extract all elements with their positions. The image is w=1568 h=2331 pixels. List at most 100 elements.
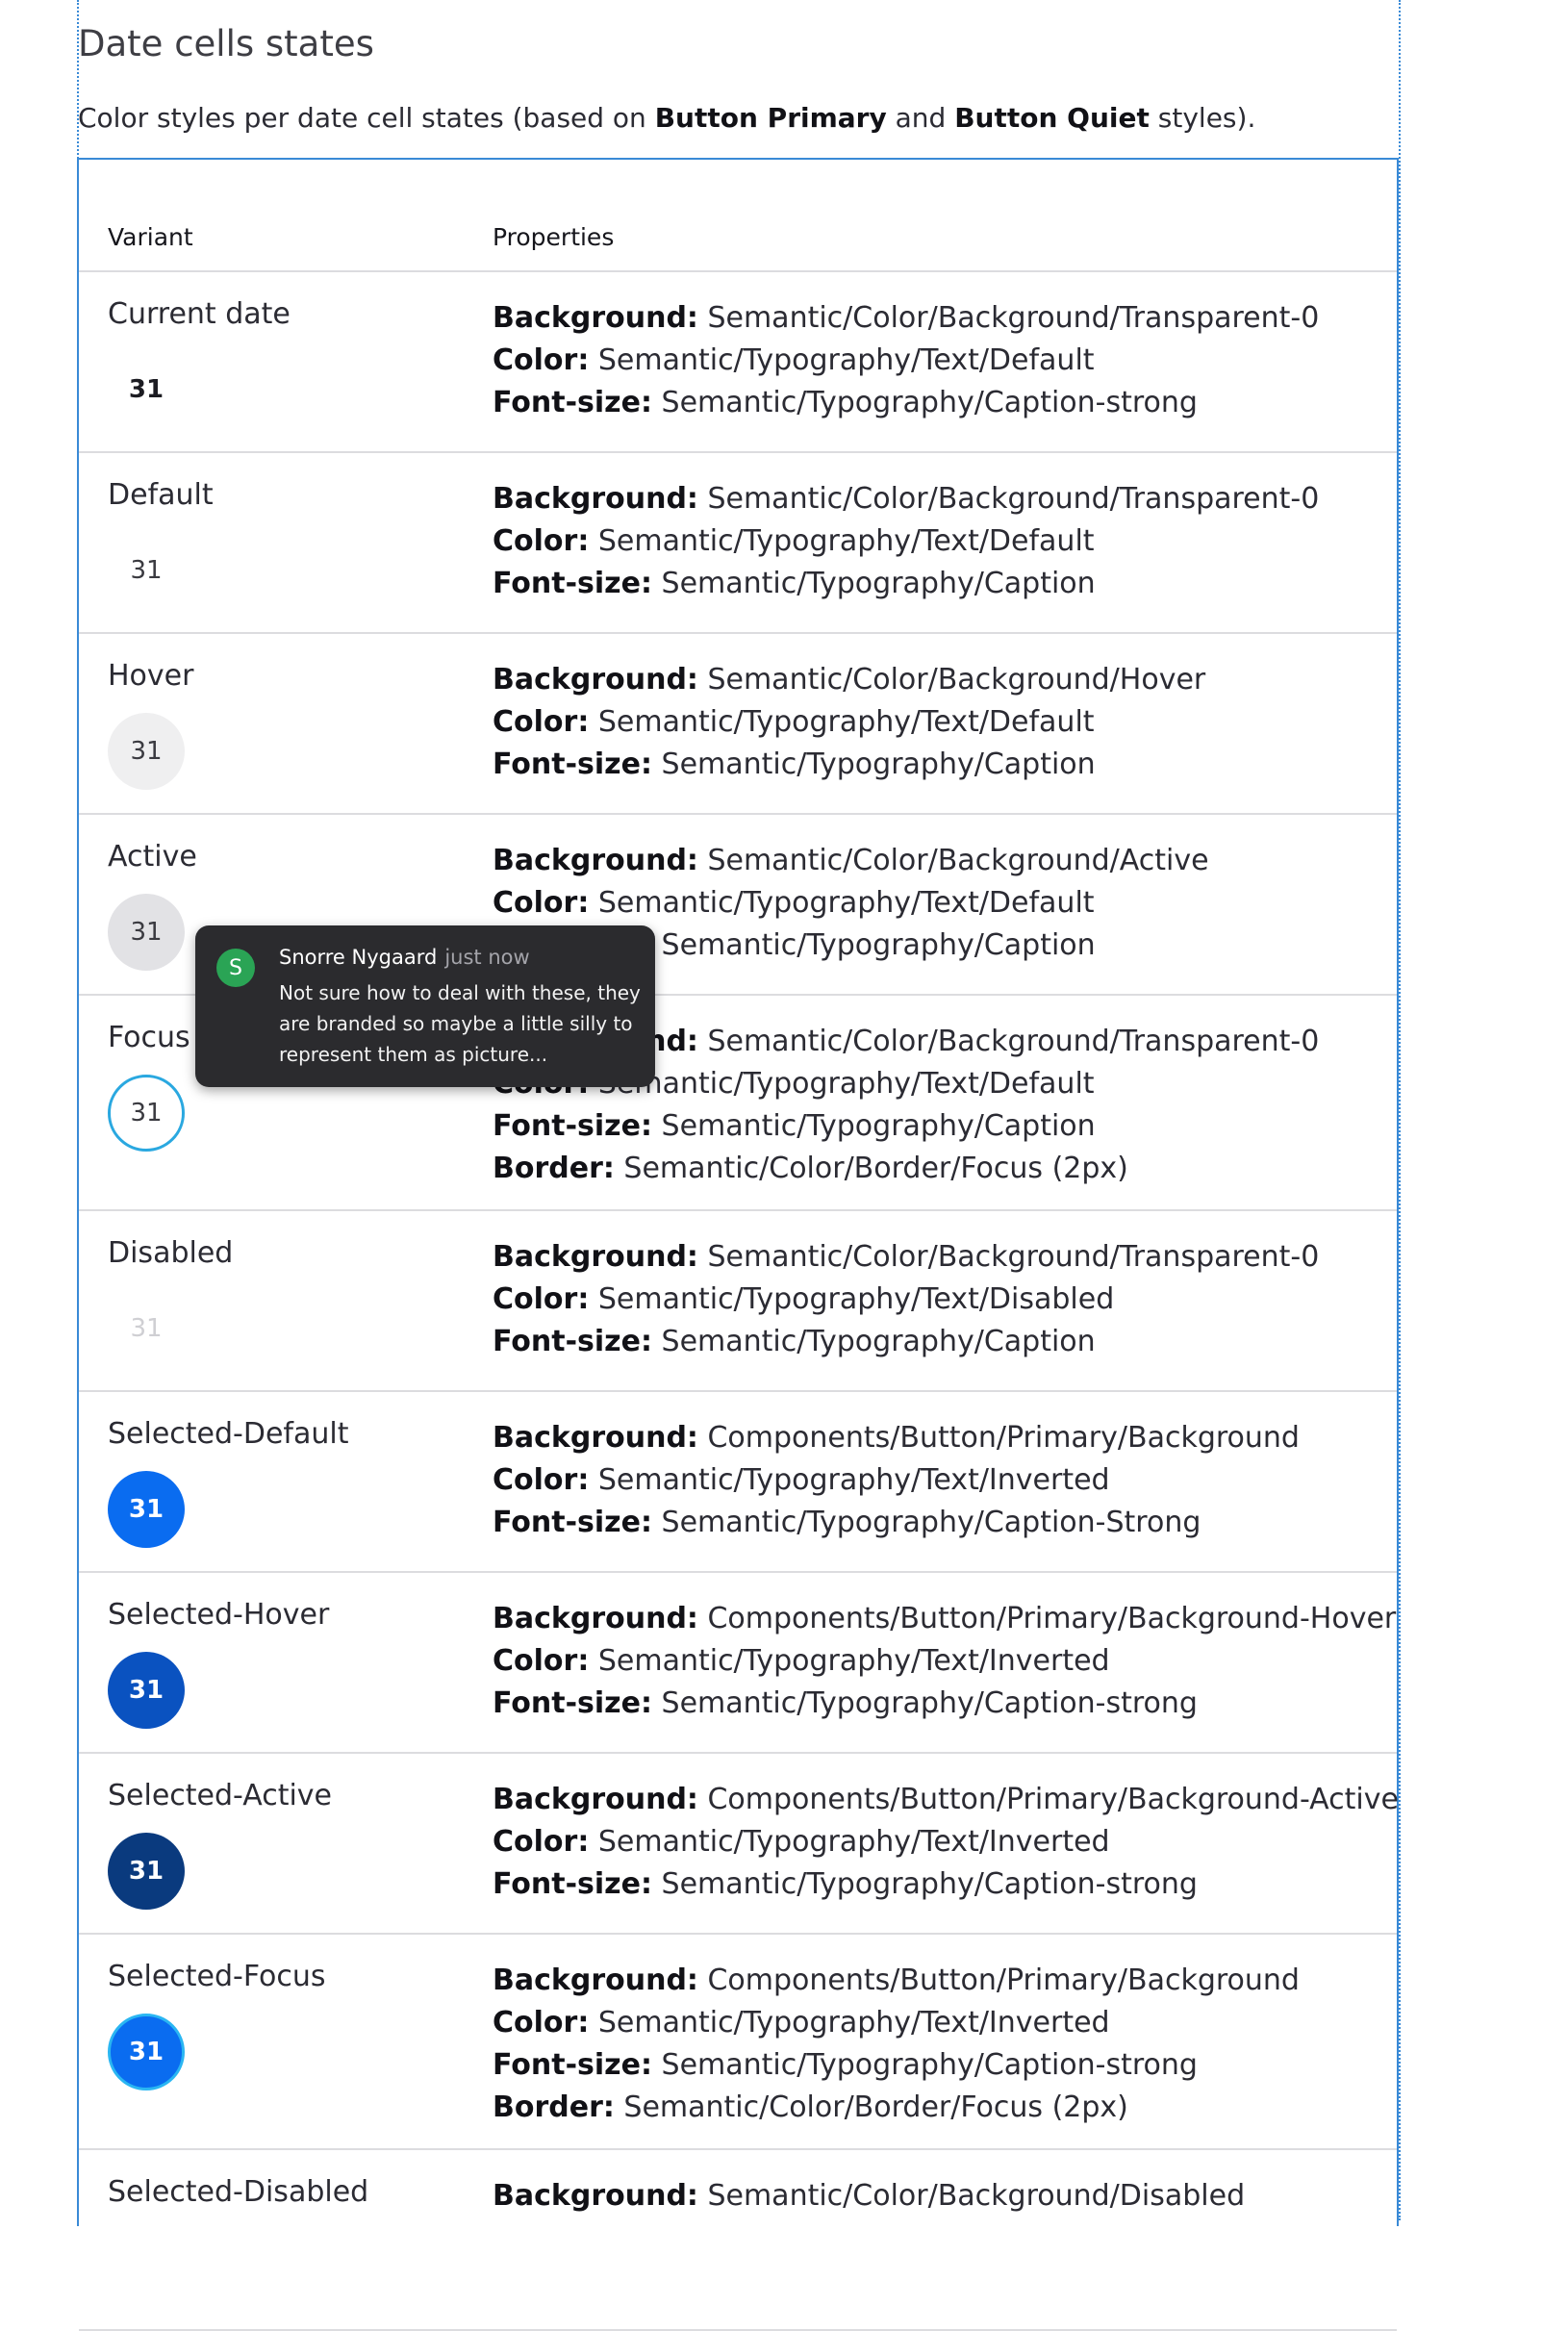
comment-timestamp: just now	[444, 946, 530, 969]
property-line: Color: Semantic/Typography/Text/Inverted	[493, 1459, 1300, 1502]
property-key: Font-size:	[493, 1109, 652, 1143]
property-key: Background:	[493, 2179, 698, 2213]
variant-name: Selected-Default	[108, 1417, 349, 1451]
intro-text: Color styles per date cell states (based…	[78, 102, 655, 134]
property-line: Background: Components/Button/Primary/Ba…	[493, 1417, 1300, 1459]
property-key: Background:	[493, 301, 698, 335]
intro-text: and	[886, 102, 955, 134]
variant-name: Focus	[108, 1021, 190, 1054]
table-row: Selected-Disabled Background: Semantic/Co…	[79, 2150, 1397, 2331]
variant-name: Disabled	[108, 1236, 234, 1270]
property-key: Background:	[493, 844, 698, 877]
property-value: Semantic/Typography/Caption-strong	[651, 386, 1198, 419]
property-key: Background:	[493, 1964, 698, 1997]
property-line: Font-size: Semantic/Typography/Caption-s…	[493, 382, 1319, 424]
date-cell-sample: 31	[108, 1075, 185, 1152]
property-list: Background: Semantic/Color/Background/Tr…	[493, 478, 1319, 605]
property-line: Background: Semantic/Color/Background/Di…	[493, 2175, 1245, 2217]
property-key: Background:	[493, 482, 698, 516]
property-key: Background:	[493, 663, 698, 697]
table-row: Selected-Focus 31 Background: Components/B…	[79, 1935, 1397, 2150]
property-line: Color: Semantic/Typography/Text/Default	[493, 882, 1209, 925]
property-list: Background: Components/Button/Primary/Ba…	[493, 1779, 1399, 1906]
property-value: Semantic/Typography/Caption	[651, 567, 1096, 600]
property-key: Color:	[493, 343, 590, 377]
avatar[interactable]: S	[216, 949, 255, 987]
property-list: Background: Semantic/Color/Background/Tr…	[493, 1236, 1319, 1363]
property-key: Border:	[493, 2090, 615, 2124]
property-key: Font-size:	[493, 1506, 652, 1539]
property-key: Color:	[493, 1282, 590, 1316]
comment-header: Snorre Nygaard just now	[279, 946, 530, 969]
property-line: Font-size: Semantic/Typography/Caption-S…	[493, 1502, 1300, 1544]
property-value: Components/Button/Primary/Background-Act…	[697, 1783, 1399, 1816]
table-row: Disabled 31 Background: Semantic/Color/Bac…	[79, 1211, 1397, 1392]
variant-name: Selected-Active	[108, 1779, 333, 1812]
date-cell-sample: 31	[130, 556, 163, 585]
property-line: Background: Components/Button/Primary/Ba…	[493, 1960, 1300, 2002]
property-key: Font-size:	[493, 2048, 652, 2082]
property-value: Semantic/Typography/Text/Inverted	[589, 1644, 1110, 1678]
property-line: Color: Semantic/Typography/Text/Inverted	[493, 1640, 1396, 1683]
property-key: Color:	[493, 1825, 590, 1859]
property-value: Semantic/Color/Background/Hover	[697, 663, 1206, 697]
property-value: Semantic/Typography/Text/Default	[589, 886, 1095, 920]
property-line: Font-size: Semantic/Typography/Caption	[493, 744, 1205, 786]
property-value: Semantic/Typography/Text/Default	[589, 524, 1095, 558]
column-header-properties: Properties	[493, 223, 615, 251]
variant-name: Selected-Hover	[108, 1598, 330, 1632]
section-title: Date cells states	[78, 23, 374, 64]
property-key: Font-size:	[493, 386, 652, 419]
property-value: Semantic/Typography/Caption	[651, 747, 1096, 781]
variant-name: Current date	[108, 297, 291, 331]
property-value: Semantic/Color/Background/Active	[697, 844, 1209, 877]
property-value: Semantic/Typography/Text/Inverted	[589, 1463, 1110, 1497]
property-line: Color: Semantic/Typography/Text/Default	[493, 520, 1319, 563]
property-value: Semantic/Typography/Text/Default	[589, 343, 1095, 377]
property-value: Semantic/Color/Background/Transparent-0	[697, 482, 1320, 516]
property-value: Semantic/Typography/Text/Inverted	[589, 1825, 1110, 1859]
property-line: Border: Semantic/Color/Border/Focus (2px…	[493, 2087, 1300, 2129]
property-value: Semantic/Typography/Text/Default	[589, 705, 1095, 739]
table-body: Current date 31 Background: Semantic/Color…	[79, 272, 1399, 2331]
variant-name: Default	[108, 478, 214, 512]
property-line: Color: Semantic/Typography/Text/Inverted	[493, 2002, 1300, 2044]
variant-name: Selected-Focus	[108, 1960, 326, 1993]
date-cell-sample: 31	[108, 2014, 185, 2090]
intro-text: styles).	[1149, 102, 1256, 134]
property-line: Font-size: Semantic/Typography/Caption-s…	[493, 1863, 1399, 1906]
frame-guide-right	[1399, 0, 1401, 2220]
property-value: Components/Button/Primary/Background	[697, 1421, 1300, 1455]
variant-name: Hover	[108, 659, 194, 693]
comment-author[interactable]: Snorre Nygaard	[279, 946, 437, 969]
property-value: Semantic/Typography/Text/Disabled	[589, 1282, 1115, 1316]
table-row: Current date 31 Background: Semantic/Color…	[79, 272, 1397, 453]
property-line: Background: Semantic/Color/Background/Ho…	[493, 659, 1205, 701]
date-cell-sample: 31	[108, 1652, 185, 1729]
property-list: Background: Components/Button/Primary/Ba…	[493, 1598, 1396, 1725]
property-value: Semantic/Typography/Caption	[651, 1109, 1096, 1143]
property-value: Semantic/Typography/Caption-strong	[651, 1867, 1198, 1901]
property-key: Background:	[493, 1240, 698, 1274]
property-line: Background: Semantic/Color/Background/Tr…	[493, 1236, 1319, 1279]
variant-name: Selected-Disabled	[108, 2175, 369, 2209]
table-row: Selected-Default 31 Background: Components…	[79, 1392, 1397, 1573]
property-value: Semantic/Typography/Caption	[651, 928, 1096, 962]
date-cell-sample: 31	[108, 1833, 185, 1910]
property-value: Semantic/Typography/Text/Default	[589, 1067, 1095, 1101]
comment-text: Not sure how to deal with these, they ar…	[279, 981, 641, 1066]
date-cell-sample: 31	[108, 894, 185, 971]
property-line: Color: Semantic/Typography/Text/Inverted	[493, 1821, 1399, 1863]
property-key: Font-size:	[493, 567, 652, 600]
property-line: Background: Components/Button/Primary/Ba…	[493, 1598, 1396, 1640]
property-line: Font-size: Semantic/Typography/Caption	[493, 1105, 1319, 1148]
table-row: Selected-Hover 31 Background: Components/B…	[79, 1573, 1397, 1754]
property-key: Background:	[493, 1421, 698, 1455]
property-value: Semantic/Typography/Text/Inverted	[589, 2006, 1110, 2040]
property-list: Background: Components/Button/Primary/Ba…	[493, 1960, 1300, 2129]
property-line: Background: Semantic/Color/Background/Tr…	[493, 297, 1319, 340]
comment-popup[interactable]: S Snorre Nygaard just now Not sure how to…	[195, 925, 655, 1087]
property-line: Border: Semantic/Color/Border/Focus (2px…	[493, 1148, 1319, 1190]
date-cell-sample: 31	[108, 1471, 185, 1548]
property-value: Semantic/Color/Background/Transparent-0	[697, 1240, 1320, 1274]
